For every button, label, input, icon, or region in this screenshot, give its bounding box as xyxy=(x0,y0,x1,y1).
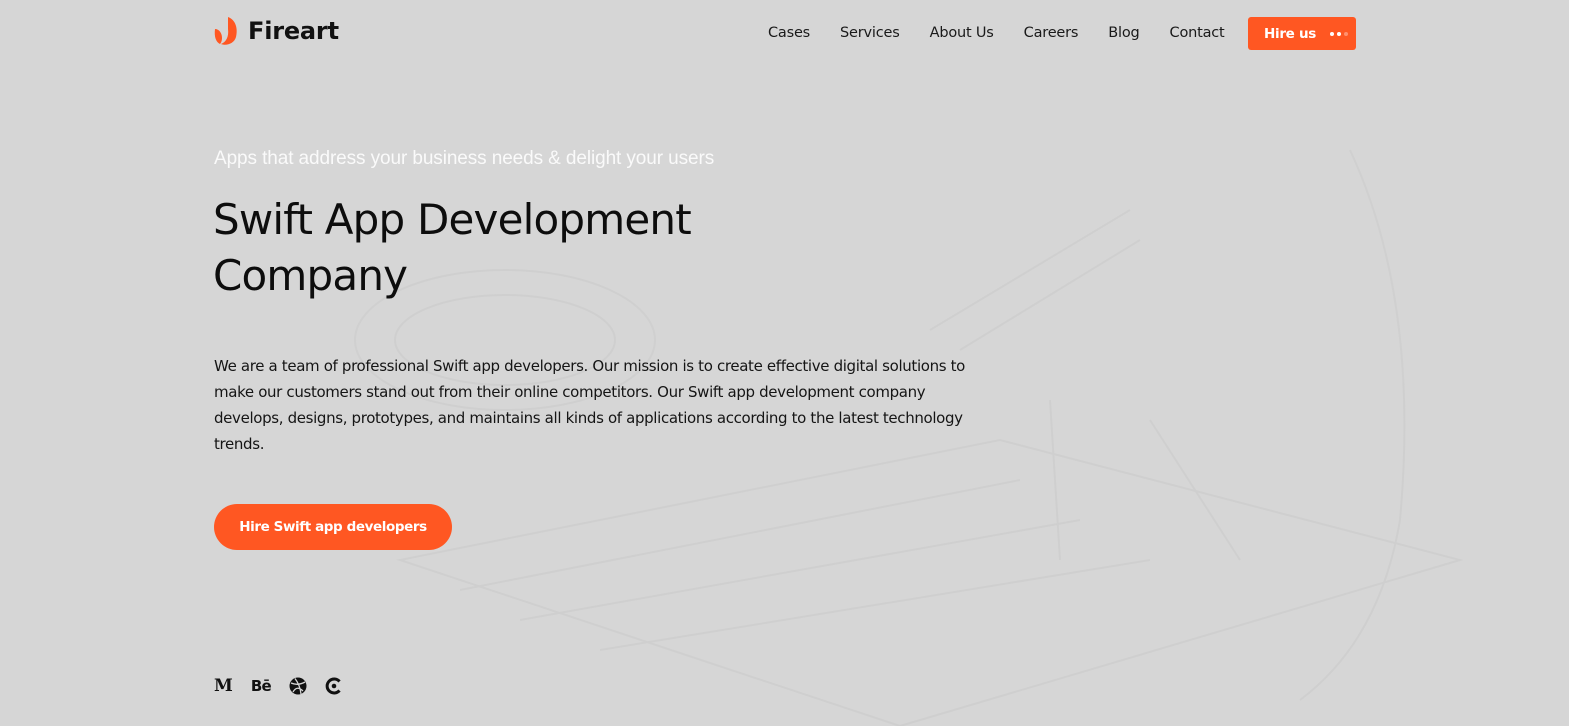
fireart-logo-icon xyxy=(214,17,237,45)
logo-text: Fireart xyxy=(248,17,339,45)
social-links: M Bē xyxy=(214,676,360,696)
hire-us-label: Hire us xyxy=(1264,25,1316,42)
dots-icon xyxy=(1330,31,1348,36)
nav-careers[interactable]: Careers xyxy=(1024,25,1079,41)
hire-swift-developers-button[interactable]: Hire Swift app developers xyxy=(214,504,452,550)
behance-icon[interactable]: Bē xyxy=(251,676,272,696)
nav-cases[interactable]: Cases xyxy=(768,25,810,41)
page-title: Swift App Development Company xyxy=(213,195,692,300)
dribbble-icon[interactable] xyxy=(289,676,307,696)
nav-contact[interactable]: Contact xyxy=(1170,25,1225,41)
medium-icon[interactable]: M xyxy=(214,676,233,696)
hero-eyebrow: Apps that address your business needs & … xyxy=(214,148,715,169)
hire-us-button[interactable]: Hire us xyxy=(1248,17,1356,50)
logo[interactable]: Fireart xyxy=(214,15,339,47)
clutch-icon[interactable] xyxy=(325,676,342,696)
site-header: Fireart Cases Services About Us Careers … xyxy=(0,0,1569,68)
main-nav: Cases Services About Us Careers Blog Con… xyxy=(768,25,1225,41)
nav-blog[interactable]: Blog xyxy=(1108,25,1139,41)
hero-description: We are a team of professional Swift app … xyxy=(214,357,965,453)
nav-services[interactable]: Services xyxy=(840,25,900,41)
nav-about-us[interactable]: About Us xyxy=(930,25,994,41)
